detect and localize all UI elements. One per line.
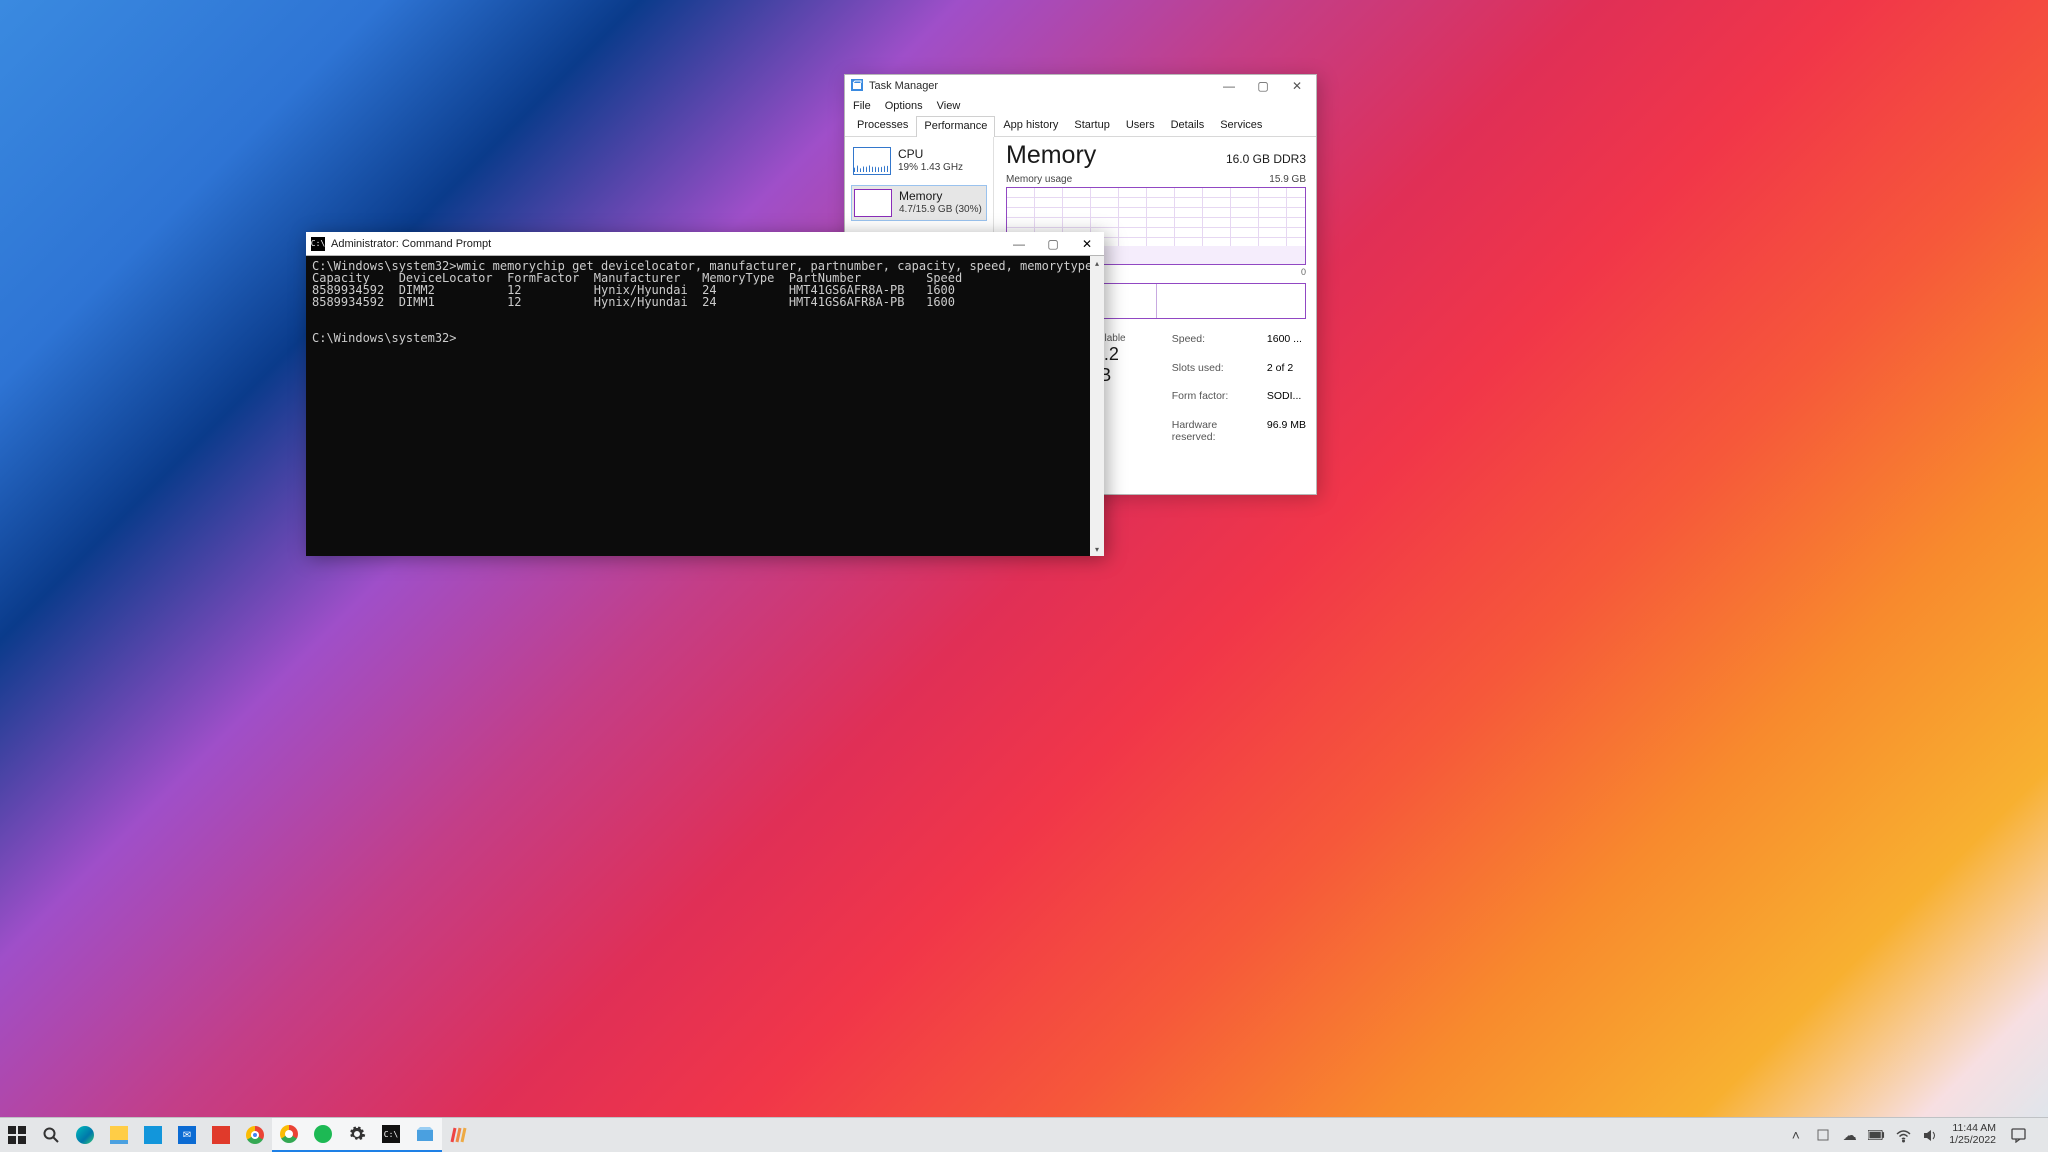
command-prompt-output: C:\Windows\system32>wmic memorychip get … [306,256,1104,348]
performance-heading: Memory [1006,141,1096,170]
taskbar-app-icon-1[interactable] [204,1118,238,1152]
sidebar-item-memory[interactable]: Memory 4.7/15.9 GB (30%) [851,185,987,221]
taskbar-date: 1/25/2022 [1949,1135,1996,1147]
taskbar-cmd-icon[interactable]: C:\ [374,1118,408,1152]
taskbar-canary-icon[interactable] [272,1118,306,1152]
memory-kv: Speed: 1600 ... Slots used: 2 of 2 Form … [1172,333,1306,455]
tray-battery-icon[interactable] [1868,1127,1885,1144]
taskbar-clock[interactable]: 11:44 AM 1/25/2022 [1949,1123,2000,1146]
scroll-up-icon[interactable]: ▴ [1090,256,1104,270]
task-manager-tabs: Processes Performance App history Startu… [845,115,1316,137]
tray-onedrive-icon[interactable]: ☁ [1841,1127,1858,1144]
tray-chevron-up-icon[interactable]: ˄ [1787,1127,1804,1144]
close-button[interactable]: ✕ [1280,75,1314,97]
tray-notifications-icon[interactable] [2010,1127,2027,1144]
cpu-sub: 19% 1.43 GHz [898,162,963,174]
kv-speed-v: 1600 ... [1267,333,1306,358]
command-prompt-body[interactable]: C:\Windows\system32>wmic memorychip get … [306,256,1104,556]
kv-form-v: SODI... [1267,390,1306,415]
taskbar[interactable]: ✉ C:\ ˄ ☁ 11:44 AM 1/25/2022 [0,1117,2048,1152]
taskbar-taskmanager-icon[interactable] [408,1118,442,1152]
tab-startup[interactable]: Startup [1066,115,1117,136]
tray-wifi-icon[interactable] [1895,1127,1912,1144]
taskbar-mail-icon[interactable]: ✉ [170,1118,204,1152]
kv-hw-k: Hardware reserved: [1172,419,1239,456]
usage-label: Memory usage [1006,174,1072,185]
cmd-minimize-button[interactable]: — [1002,232,1036,255]
taskbar-explorer-icon[interactable] [102,1118,136,1152]
kv-slots-v: 2 of 2 [1267,362,1306,387]
task-manager-icon [851,79,863,94]
cmd-maximize-button[interactable]: ▢ [1036,232,1070,255]
tray-security-icon[interactable] [1814,1127,1831,1144]
command-prompt-titlebar[interactable]: C:\ Administrator: Command Prompt — ▢ ✕ [306,232,1104,256]
command-prompt-window[interactable]: C:\ Administrator: Command Prompt — ▢ ✕ … [306,232,1104,556]
memory-sub: 4.7/15.9 GB (30%) [899,204,982,216]
usage-max: 15.9 GB [1269,174,1306,185]
command-prompt-title: Administrator: Command Prompt [331,238,996,250]
cmd-close-button[interactable]: ✕ [1070,232,1104,255]
taskbar-app-icon-2[interactable] [442,1118,476,1152]
menu-file[interactable]: File [853,100,871,112]
minimize-button[interactable]: — [1212,75,1246,97]
command-prompt-icon: C:\ [311,237,325,251]
graph-zero: 0 [1301,267,1306,277]
tab-app-history[interactable]: App history [995,115,1066,136]
tab-processes[interactable]: Processes [849,115,916,136]
memory-total: 16.0 GB DDR3 [1226,152,1306,166]
taskbar-settings-icon[interactable] [340,1118,374,1152]
kv-speed-k: Speed: [1172,333,1239,358]
task-manager-title: Task Manager [869,80,1206,92]
maximize-button[interactable]: ▢ [1246,75,1280,97]
taskbar-edge-icon[interactable] [68,1118,102,1152]
search-icon[interactable] [34,1118,68,1152]
cmd-scrollbar[interactable]: ▴ ▾ [1090,256,1104,556]
memory-label: Memory [899,190,982,204]
kv-form-k: Form factor: [1172,390,1239,415]
cpu-label: CPU [898,148,963,162]
tab-performance[interactable]: Performance [916,116,995,137]
task-manager-menubar: File Options View [845,97,1316,115]
task-manager-titlebar[interactable]: Task Manager — ▢ ✕ [845,75,1316,97]
taskbar-store-icon[interactable] [136,1118,170,1152]
tray-volume-icon[interactable] [1922,1127,1939,1144]
tab-services[interactable]: Services [1212,115,1270,136]
kv-hw-v: 96.9 MB [1267,419,1306,456]
taskbar-chrome-icon[interactable] [238,1118,272,1152]
kv-slots-k: Slots used: [1172,362,1239,387]
menu-view[interactable]: View [937,100,961,112]
scroll-down-icon[interactable]: ▾ [1090,542,1104,556]
menu-options[interactable]: Options [885,100,923,112]
sidebar-item-cpu[interactable]: CPU 19% 1.43 GHz [851,143,987,179]
taskbar-spotify-icon[interactable] [306,1118,340,1152]
tab-details[interactable]: Details [1163,115,1213,136]
tab-users[interactable]: Users [1118,115,1163,136]
start-button[interactable] [0,1118,34,1152]
